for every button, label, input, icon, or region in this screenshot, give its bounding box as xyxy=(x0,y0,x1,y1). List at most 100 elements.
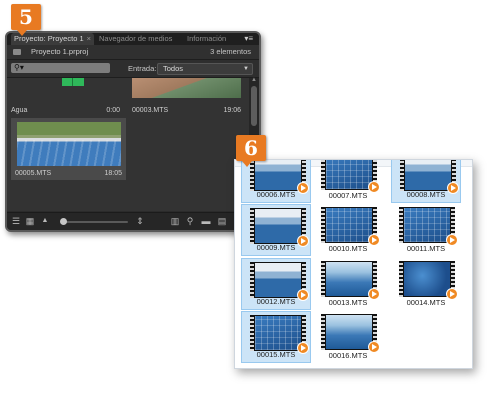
file-name: 00013.MTS xyxy=(328,298,368,307)
file-name: 00014.MTS xyxy=(406,298,446,307)
file-name: 00015.MTS xyxy=(256,350,296,359)
clip-duration: 18:05 xyxy=(104,170,122,177)
close-icon[interactable]: × xyxy=(87,34,91,43)
video-frame xyxy=(255,160,301,190)
entrada-dropdown[interactable]: Todos ▼ xyxy=(157,63,253,75)
file-tile[interactable]: 00014.MTS xyxy=(391,258,461,310)
file-name: 00011.MTS xyxy=(406,244,446,253)
video-file-icon xyxy=(250,315,309,354)
film-holes xyxy=(321,261,325,297)
video-file-icon xyxy=(400,160,459,194)
folder-icon xyxy=(13,49,21,55)
video-file-icon xyxy=(250,160,309,194)
entrada-selected-value: Todos xyxy=(163,64,184,73)
video-frame xyxy=(326,315,372,349)
scrollbar-thumb[interactable] xyxy=(251,86,257,126)
file-name: 00010.MTS xyxy=(328,244,368,253)
file-name: 00009.MTS xyxy=(256,243,296,252)
file-tile[interactable]: 00012.MTS xyxy=(241,258,311,310)
color-matte-swatch xyxy=(62,78,84,86)
project-file-name: Proyecto 1.prproj xyxy=(31,47,89,56)
file-tile[interactable]: 00015.MTS xyxy=(241,311,311,363)
video-file-icon xyxy=(321,261,380,300)
video-file-icon xyxy=(321,314,380,353)
search-icon: ⚲▾ xyxy=(14,63,24,72)
tab-info[interactable]: Información xyxy=(187,33,226,45)
film-holes xyxy=(399,261,403,297)
step-6-badge: 6 xyxy=(236,135,266,167)
project-panel: Proyecto: Proyecto 1 × Navegador de medio… xyxy=(5,31,261,232)
clip-item[interactable]: 00003.MTS 19:06 xyxy=(128,78,245,116)
clip-duration: 19:06 xyxy=(223,107,241,114)
video-frame xyxy=(255,263,301,297)
video-frame xyxy=(326,160,372,189)
video-file-icon xyxy=(250,208,309,247)
file-tile[interactable]: 00013.MTS xyxy=(313,258,383,310)
swatch-divider xyxy=(72,78,73,86)
file-name: 00008.MTS xyxy=(406,190,446,199)
pool-water-texture xyxy=(17,140,121,166)
clip-duration: 0:00 xyxy=(106,107,120,114)
film-holes xyxy=(321,314,325,350)
project-header: Proyecto 1.prproj 3 elementos xyxy=(7,45,259,60)
file-tile[interactable]: 00016.MTS xyxy=(313,311,383,363)
file-name: 00006.MTS xyxy=(256,190,296,199)
tab-media-browser[interactable]: Navegador de medios xyxy=(99,33,172,45)
file-name: 00012.MTS xyxy=(256,297,296,306)
film-holes xyxy=(321,207,325,243)
video-frame xyxy=(404,262,450,296)
panel-bottom-bar: ☰ ▦ ▲ ⇕ ▥ ⚲ ▬ ▤ ▣ xyxy=(7,212,259,230)
video-frame xyxy=(255,316,301,350)
find-icon[interactable]: ⚲ xyxy=(185,216,195,226)
film-holes xyxy=(250,208,254,244)
scroll-up-icon[interactable]: ▲ xyxy=(251,77,257,83)
search-row: ⚲▾ Entrada: Todos ▼ xyxy=(7,60,259,78)
panel-tab-bar: Proyecto: Proyecto 1 × Navegador de medio… xyxy=(7,33,259,45)
film-holes xyxy=(321,160,325,190)
clip-name: Agua xyxy=(11,107,28,114)
panel-menu-icon[interactable]: ▾≡ xyxy=(244,33,253,45)
zoom-out-icon[interactable]: ▲ xyxy=(40,216,50,226)
film-holes xyxy=(250,262,254,298)
file-explorer-view: 00006.MTS 00007.MTS 00008.MTS 00009.MTS … xyxy=(234,159,473,369)
video-file-icon xyxy=(399,207,458,246)
list-view-icon[interactable]: ☰ xyxy=(11,216,21,226)
file-tile[interactable]: 00009.MTS xyxy=(241,204,311,256)
video-frame xyxy=(404,208,450,242)
icon-view-icon[interactable]: ▦ xyxy=(25,216,35,226)
search-input[interactable]: ⚲▾ xyxy=(11,63,110,73)
file-tile[interactable]: 00007.MTS xyxy=(313,160,383,203)
bin-area: Agua 0:00 00003.MTS 19:06 00005.MTS 18:0… xyxy=(7,78,249,211)
video-frame xyxy=(255,209,301,243)
file-tile[interactable]: 00011.MTS xyxy=(391,204,461,256)
video-frame xyxy=(326,208,372,242)
clip-item[interactable]: Agua 0:00 xyxy=(7,78,124,116)
video-frame xyxy=(405,160,451,190)
film-holes xyxy=(250,315,254,351)
file-name: 00016.MTS xyxy=(328,351,368,360)
video-file-icon xyxy=(321,160,380,193)
film-holes xyxy=(400,160,404,191)
clip-thumbnail xyxy=(132,78,241,98)
item-count: 3 elementos xyxy=(210,47,251,56)
clip-item[interactable]: 00005.MTS 18:05 xyxy=(11,118,126,180)
film-holes xyxy=(399,207,403,243)
file-tile[interactable]: 00010.MTS xyxy=(313,204,383,256)
clip-name: 00005.MTS xyxy=(15,170,52,177)
clip-thumbnail xyxy=(17,122,121,166)
zoom-slider[interactable] xyxy=(60,218,128,225)
chevron-down-icon: ▼ xyxy=(243,66,249,72)
step-5-badge: 5 xyxy=(11,4,41,36)
zoom-slider-knob[interactable] xyxy=(60,218,67,225)
new-bin-icon[interactable]: ▬ xyxy=(201,216,211,226)
clip-name: 00003.MTS xyxy=(132,107,169,114)
video-file-icon xyxy=(321,207,380,246)
entrada-label: Entrada: xyxy=(128,64,157,73)
automate-sequence-icon[interactable]: ▥ xyxy=(169,216,181,226)
file-tile[interactable]: 00008.MTS xyxy=(391,160,461,203)
video-frame xyxy=(326,262,372,296)
video-file-icon xyxy=(250,262,309,301)
file-name: 00007.MTS xyxy=(328,191,368,200)
new-item-icon[interactable]: ▤ xyxy=(217,216,227,226)
sort-icon[interactable]: ⇕ xyxy=(135,216,145,226)
